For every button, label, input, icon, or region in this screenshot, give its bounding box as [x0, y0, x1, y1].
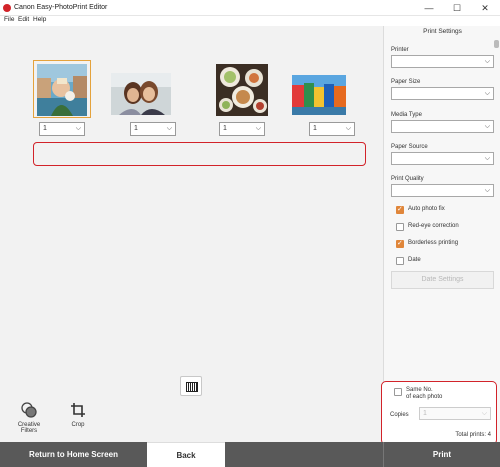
photo-thumbnail-2[interactable]: [111, 73, 171, 115]
photo-thumbnail-1[interactable]: [37, 64, 87, 116]
copies-value-1: 1: [43, 125, 47, 132]
borderless-printing-checkbox[interactable]: [396, 239, 404, 248]
print-button[interactable]: Print: [383, 442, 500, 467]
menu-help[interactable]: Help: [33, 16, 46, 23]
photo-thumbnail-3[interactable]: [216, 64, 268, 116]
paper-size-select[interactable]: ⌵: [391, 87, 494, 100]
crop-label: Crop: [71, 422, 85, 428]
same-number-line-2: of each photo: [406, 394, 443, 400]
creative-filters-tool[interactable]: Creative Filters: [12, 402, 46, 434]
media-type-label: Media Type: [391, 112, 422, 118]
same-number-checkbox[interactable]: [394, 388, 402, 396]
photo-3-image: [216, 64, 268, 116]
chevron-down-icon: ⌵: [484, 123, 490, 130]
chevron-down-icon: ⌵: [484, 187, 490, 194]
menu-file[interactable]: File: [4, 16, 14, 23]
photo-4-image: [292, 75, 346, 115]
photo-1-image: [37, 64, 87, 116]
auto-photo-fix-label: Auto photo fix: [408, 206, 445, 212]
date-settings-button[interactable]: Date Settings: [391, 271, 494, 289]
menu-edit[interactable]: Edit: [18, 16, 29, 23]
filmstrip-icon: [186, 382, 198, 392]
copies-select-photo-3[interactable]: 1 ⌵: [219, 122, 265, 136]
chevron-down-icon: ⌵: [255, 125, 261, 132]
edit-tools-bar: Creative Filters Crop: [0, 398, 383, 442]
borderless-printing-label: Borderless printing: [408, 240, 459, 246]
photo-area: 1 ⌵ 1 ⌵ 1 ⌵ 1 ⌵: [0, 26, 383, 398]
date-checkbox[interactable]: [396, 257, 404, 265]
title-bar: Canon Easy-PhotoPrint Editor — ☐ ✕: [0, 0, 500, 16]
total-prints: Total prints: 4: [455, 432, 491, 438]
auto-photo-fix-checkbox[interactable]: [396, 205, 404, 214]
chevron-down-icon: ⌵: [481, 410, 487, 417]
minimize-button[interactable]: —: [415, 0, 443, 16]
crop-icon: [71, 403, 85, 417]
return-home-button[interactable]: Return to Home Screen: [0, 442, 147, 467]
paper-source-label: Paper Source: [391, 144, 428, 150]
maximize-button[interactable]: ☐: [443, 0, 471, 16]
copies-selectors-highlight: [33, 142, 366, 166]
back-button[interactable]: Back: [147, 442, 225, 467]
copies-settings-highlight: Same No. of each photo Copies 1 ⌵ Total …: [381, 381, 497, 445]
print-quality-select[interactable]: ⌵: [391, 184, 494, 197]
red-eye-correction-label: Red-eye correction: [408, 223, 459, 229]
chevron-down-icon: ⌵: [166, 125, 172, 132]
crop-tool[interactable]: Crop: [66, 402, 90, 428]
copies-select[interactable]: 1 ⌵: [419, 407, 491, 420]
copies-select-photo-2[interactable]: 1 ⌵: [130, 122, 176, 136]
chevron-down-icon: ⌵: [484, 155, 490, 162]
chevron-down-icon: ⌵: [484, 58, 490, 65]
print-settings-panel: Print Settings Printer ⌵ Paper Size ⌵ Me…: [383, 26, 500, 442]
copies-select-value: 1: [423, 410, 427, 417]
bottom-bar-spacer: [225, 442, 383, 467]
same-number-line-1: Same No.: [406, 387, 433, 393]
menu-bar: File Edit Help: [0, 16, 500, 26]
paper-size-label: Paper Size: [391, 79, 421, 85]
print-quality-label: Print Quality: [391, 176, 424, 182]
close-button[interactable]: ✕: [471, 0, 499, 16]
creative-filters-label: Creative Filters: [17, 422, 41, 434]
copies-label: Copies: [390, 412, 409, 418]
creative-filters-icon: [21, 402, 37, 418]
copies-value-4: 1: [313, 125, 317, 132]
filmstrip-toggle-button[interactable]: [180, 376, 202, 396]
copies-select-photo-1[interactable]: 1 ⌵: [39, 122, 85, 136]
print-settings-header: Print Settings: [423, 28, 462, 35]
printer-select[interactable]: ⌵: [391, 55, 494, 68]
copies-value-2: 1: [134, 125, 138, 132]
media-type-select[interactable]: ⌵: [391, 120, 494, 133]
bottom-bar: Return to Home Screen Back Print: [0, 442, 500, 467]
copies-value-3: 1: [223, 125, 227, 132]
photo-thumbnail-4[interactable]: [292, 75, 346, 115]
red-eye-correction-checkbox[interactable]: [396, 223, 404, 231]
panel-scrollbar[interactable]: [494, 40, 499, 48]
chevron-down-icon: ⌵: [345, 125, 351, 132]
chevron-down-icon: ⌵: [484, 90, 490, 97]
paper-source-select[interactable]: ⌵: [391, 152, 494, 165]
date-label: Date: [408, 257, 421, 263]
chevron-down-icon: ⌵: [75, 125, 81, 132]
app-icon: [3, 4, 11, 12]
copies-select-photo-4[interactable]: 1 ⌵: [309, 122, 355, 136]
window-title: Canon Easy-PhotoPrint Editor: [14, 4, 108, 11]
same-number-label: Same No. of each photo: [406, 387, 442, 401]
printer-label: Printer: [391, 47, 409, 53]
photo-2-image: [111, 73, 171, 115]
